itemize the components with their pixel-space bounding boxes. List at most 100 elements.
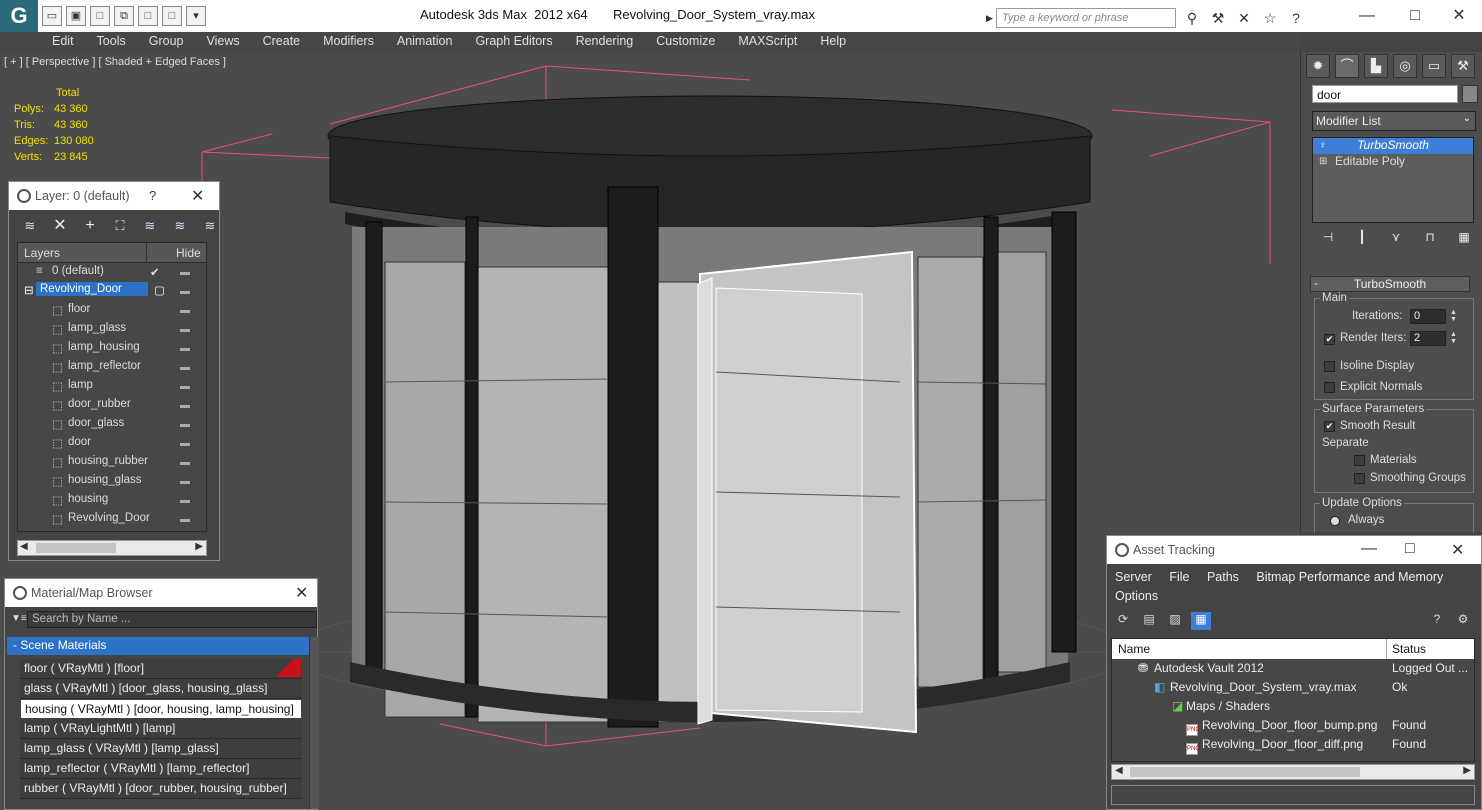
asset-row-vault[interactable]: ⛃ Autodesk Vault 2012 Logged Out ... bbox=[1112, 659, 1474, 678]
material-row[interactable]: lamp_glass ( VRayMtl ) [lamp_glass] bbox=[20, 739, 302, 759]
create-layer-icon[interactable]: ≋ bbox=[19, 216, 41, 236]
name-column-header[interactable]: Name bbox=[1118, 642, 1150, 656]
help-button[interactable]: ? bbox=[149, 188, 156, 203]
hide-toggle-icon[interactable]: ▬ bbox=[180, 400, 190, 411]
asset-row-maps[interactable]: ◪ Maps / Shaders bbox=[1112, 697, 1474, 716]
spinner-arrows-icon[interactable]: ▲ ▼ bbox=[1450, 309, 1460, 324]
list-view-icon[interactable]: ▤ bbox=[1139, 612, 1159, 630]
menu-create[interactable]: Create bbox=[263, 32, 301, 52]
menu-customize[interactable]: Customize bbox=[656, 32, 715, 52]
iterations-spinner[interactable]: 0 bbox=[1410, 309, 1446, 324]
material-row[interactable]: rubber ( VRayMtl ) [door_rubber, housing… bbox=[20, 779, 302, 799]
object-row[interactable]: ⬚ lamp_housing ▬ bbox=[18, 339, 206, 358]
material-vertical-scrollbar[interactable] bbox=[309, 637, 319, 809]
configure-sets-icon[interactable]: ▦ bbox=[1452, 230, 1476, 248]
new-icon[interactable]: □ bbox=[90, 6, 110, 26]
material-search-input[interactable]: Search by Name ... bbox=[27, 611, 317, 628]
star-icon[interactable]: ☆ bbox=[1260, 8, 1280, 28]
utilities-tab-icon[interactable]: ⚒ bbox=[1451, 54, 1475, 78]
object-name-field[interactable]: door bbox=[1312, 85, 1458, 103]
display-tab-icon[interactable]: ▭ bbox=[1422, 54, 1446, 78]
stack-item-editable-poly[interactable]: ⊞ Editable Poly bbox=[1313, 154, 1473, 170]
open-icon[interactable]: ▭ bbox=[42, 6, 62, 26]
hold-icon[interactable]: ⧉ bbox=[114, 6, 134, 26]
maximize-button[interactable]: □ bbox=[1405, 540, 1415, 558]
make-unique-icon[interactable]: ⋎ bbox=[1384, 230, 1408, 248]
select-objects-icon[interactable]: ⛶ bbox=[109, 216, 131, 236]
materials-checkbox[interactable] bbox=[1354, 455, 1365, 466]
scroll-left-icon[interactable]: ◀ bbox=[1115, 765, 1123, 776]
hide-toggle-icon[interactable]: ▬ bbox=[180, 286, 190, 297]
viewport-label[interactable]: [ + ] [ Perspective ] [ Shaded + Edged F… bbox=[4, 56, 226, 68]
x-tools-icon[interactable]: ✕ bbox=[1234, 8, 1254, 28]
thumbnail-view-icon[interactable]: ▨ bbox=[1165, 612, 1185, 630]
hide-toggle-icon[interactable]: ▬ bbox=[180, 514, 190, 525]
layer-row-default[interactable]: ≡ 0 (default) ✔ ▬ bbox=[18, 263, 206, 282]
hide-toggle-icon[interactable]: ▬ bbox=[180, 438, 190, 449]
object-row[interactable]: ⬚ Revolving_Door ▬ bbox=[18, 510, 206, 529]
scroll-left-icon[interactable]: ◀ bbox=[20, 541, 28, 552]
menu-paths[interactable]: Paths bbox=[1207, 570, 1239, 584]
object-row[interactable]: ⬚ housing ▬ bbox=[18, 491, 206, 510]
hide-toggle-icon[interactable]: ▬ bbox=[180, 362, 190, 373]
hide-toggle-icon[interactable]: ▬ bbox=[180, 457, 190, 468]
hide-toggle-icon[interactable]: ▬ bbox=[180, 419, 190, 430]
create-tab-icon[interactable]: ✹ bbox=[1306, 54, 1330, 78]
show-end-result-icon[interactable]: ┃ bbox=[1350, 230, 1374, 248]
menu-modifiers[interactable]: Modifiers bbox=[323, 32, 374, 52]
render-iters-checkbox[interactable]: ✔ bbox=[1324, 334, 1335, 345]
asset-row-max-file[interactable]: ◧ Revolving_Door_System_vray.max Ok bbox=[1112, 678, 1474, 697]
binoculars-icon[interactable]: ⚲ bbox=[1182, 8, 1202, 28]
maximize-button[interactable]: □ bbox=[1392, 4, 1438, 28]
explicit-normals-checkbox[interactable] bbox=[1324, 382, 1335, 393]
asset-horizontal-scrollbar[interactable]: ◀ ▶ bbox=[1111, 764, 1475, 780]
table-view-icon[interactable]: ▦ bbox=[1191, 612, 1211, 630]
material-browser-titlebar[interactable]: Material/Map Browser ✕ bbox=[5, 579, 317, 607]
dropdown-icon[interactable]: ▾ bbox=[186, 6, 206, 26]
object-row[interactable]: ⬚ housing_glass ▬ bbox=[18, 472, 206, 491]
menu-group[interactable]: Group bbox=[149, 32, 184, 52]
menu-views[interactable]: Views bbox=[206, 32, 239, 52]
object-color-swatch[interactable] bbox=[1462, 85, 1478, 103]
hide-toggle-icon[interactable]: ▬ bbox=[180, 305, 190, 316]
rollout-collapse-icon[interactable]: - bbox=[1314, 276, 1318, 290]
remove-modifier-icon[interactable]: ⊓ bbox=[1418, 230, 1442, 248]
menu-tools[interactable]: Tools bbox=[97, 32, 126, 52]
help-search-input[interactable]: Type a keyword or phrase bbox=[996, 8, 1176, 28]
collapse-icon[interactable]: ⊟ bbox=[20, 282, 38, 298]
hide-toggle-icon[interactable]: ▬ bbox=[180, 381, 190, 392]
always-radio[interactable] bbox=[1330, 516, 1340, 526]
isoline-checkbox[interactable] bbox=[1324, 361, 1335, 372]
hide-toggle-icon[interactable]: ▬ bbox=[180, 267, 190, 278]
filter-dropdown-icon[interactable]: ▼≡ bbox=[11, 613, 27, 624]
motion-tab-icon[interactable]: ◎ bbox=[1393, 54, 1417, 78]
layer-window-titlebar[interactable]: Layer: 0 (default) ? ✕ bbox=[9, 182, 219, 210]
close-icon[interactable]: ✕ bbox=[191, 186, 204, 206]
object-row[interactable]: ⬚ door_rubber ▬ bbox=[18, 396, 206, 415]
stack-item-turbosmooth[interactable]: ♀ TurboSmooth bbox=[1313, 138, 1473, 154]
material-row[interactable]: glass ( VRayMtl ) [door_glass, housing_g… bbox=[20, 679, 302, 699]
options-icon[interactable]: ⚙ bbox=[1453, 612, 1473, 630]
modifier-list-dropdown[interactable]: Modifier List bbox=[1312, 111, 1476, 131]
scene-materials-group[interactable]: - Scene Materials bbox=[7, 637, 309, 655]
layer-horizontal-scrollbar[interactable]: ◀ ▶ bbox=[17, 540, 207, 556]
current-layer-check-icon[interactable]: ✔ bbox=[150, 265, 160, 279]
scroll-right-icon[interactable]: ▶ bbox=[195, 541, 203, 552]
scroll-thumb[interactable] bbox=[1130, 767, 1360, 777]
object-row[interactable]: ⬚ housing_rubber ▬ bbox=[18, 453, 206, 472]
lightbulb-icon[interactable]: ♀ bbox=[1319, 140, 1327, 151]
close-icon[interactable]: ✕ bbox=[295, 583, 308, 603]
menu-edit[interactable]: Edit bbox=[52, 32, 74, 52]
hide-toggle-icon[interactable]: ▬ bbox=[180, 343, 190, 354]
object-row[interactable]: ⬚ lamp ▬ bbox=[18, 377, 206, 396]
material-row[interactable]: lamp_reflector ( VRayMtl ) [lamp_reflect… bbox=[20, 759, 302, 779]
smoothing-groups-checkbox[interactable] bbox=[1354, 473, 1365, 484]
close-button[interactable]: ✕ bbox=[1436, 4, 1482, 28]
highlight-layer-icon[interactable]: ≋ bbox=[139, 216, 161, 236]
minimize-button[interactable]: — bbox=[1361, 540, 1377, 558]
object-row[interactable]: ⬚ lamp_glass ▬ bbox=[18, 320, 206, 339]
app-logo[interactable]: G bbox=[0, 0, 38, 32]
modify-tab-icon[interactable]: ⌒ bbox=[1335, 54, 1359, 78]
smooth-result-checkbox[interactable]: ✔ bbox=[1324, 421, 1335, 432]
menu-file[interactable]: File bbox=[1169, 570, 1189, 584]
